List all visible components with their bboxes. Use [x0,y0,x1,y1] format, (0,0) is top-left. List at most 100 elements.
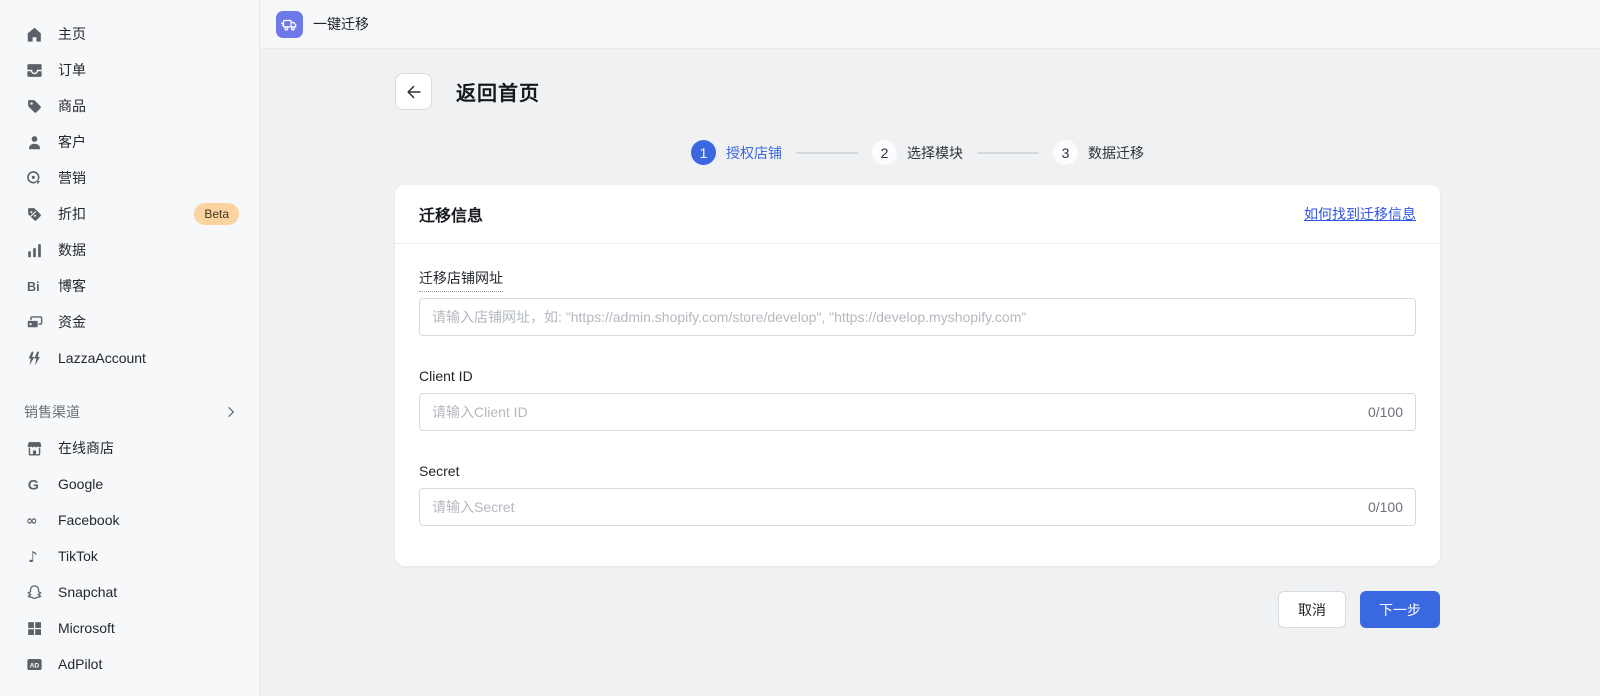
sidebar-item-label: 客户 [58,132,239,152]
sidebar-item-online-store[interactable]: 在线商店 [0,430,259,466]
app-title: 一键迁移 [313,14,369,34]
sidebar-item-google[interactable]: G Google [0,466,259,502]
sidebar-item-snapchat[interactable]: Snapchat [0,574,259,610]
marketing-icon [24,168,44,188]
google-icon: G [24,474,44,494]
card-title: 迁移信息 [419,202,483,226]
tiktok-icon: ♪ [24,546,44,566]
secret-input[interactable] [432,499,1358,515]
sidebar-item-label: LazzaAccount [58,350,239,366]
products-icon [24,96,44,116]
client-id-input[interactable] [432,404,1358,420]
lazza-account-icon [24,348,44,368]
sidebar-item-analytics[interactable]: 数据 [0,232,259,268]
sidebar-item-tiktok[interactable]: ♪ TikTok [0,538,259,574]
arrow-left-icon [404,82,424,102]
svg-text:Bi: Bi [26,279,39,293]
orders-icon [24,60,44,80]
analytics-icon [24,240,44,260]
help-link[interactable]: 如何找到迁移信息 [1304,204,1416,224]
step-number: 1 [691,140,716,165]
sidebar-section-sales-channels[interactable]: 销售渠道 [0,394,259,430]
sidebar-item-label: 主页 [58,24,239,44]
svg-text:♪: ♪ [28,548,38,566]
client-id-field: Client ID 0/100 [419,360,1416,431]
svg-text:G: G [27,477,38,493]
svg-text:∞: ∞ [26,513,37,528]
step-authorize-store[interactable]: 1 授权店铺 [691,140,782,165]
step-connector [977,152,1039,154]
sidebar-item-orders[interactable]: 订单 [0,52,259,88]
sidebar-item-facebook[interactable]: ∞ Facebook [0,502,259,538]
online-store-icon [24,438,44,458]
client-id-input-wrap: 0/100 [419,393,1416,431]
step-data-migration[interactable]: 3 数据迁移 [1053,140,1144,165]
sidebar-item-label: Microsoft [58,620,239,636]
microsoft-icon [24,618,44,638]
sidebar-item-label: 商品 [58,96,239,116]
sidebar-item-customers[interactable]: 客户 [0,124,259,160]
page-title: 返回首页 [456,77,540,106]
truck-icon [276,11,303,38]
sidebar-item-label: Facebook [58,512,239,528]
sidebar-item-label: Google [58,476,239,492]
snapchat-icon [24,582,44,602]
home-icon [24,24,44,44]
store-url-label: 迁移店铺网址 [419,268,503,292]
discount-icon [24,204,44,224]
customers-icon [24,132,44,152]
next-step-button[interactable]: 下一步 [1360,591,1440,628]
sidebar-item-marketing[interactable]: 营销 [0,160,259,196]
sidebar-item-label: Snapchat [58,584,239,600]
finance-icon [24,312,44,332]
sidebar-item-finance[interactable]: 资金 [0,304,259,340]
sidebar-item-discount[interactable]: 折扣 Beta [0,196,259,232]
sidebar: 主页 订单 商品 客户 营销 折扣 Beta 数据 [0,0,260,696]
sidebar-item-products[interactable]: 商品 [0,88,259,124]
back-button[interactable] [395,73,432,110]
sidebar-item-label: 博客 [58,276,239,296]
facebook-meta-icon: ∞ [24,510,44,530]
sidebar-item-home[interactable]: 主页 [0,16,259,52]
store-url-input-wrap [419,298,1416,336]
sidebar-item-label: 营销 [58,168,239,188]
adpilot-icon: AD [24,654,44,674]
store-url-field: 迁移店铺网址 [419,260,1416,336]
client-id-label: Client ID [419,368,473,384]
beta-badge: Beta [194,203,239,225]
step-connector [796,152,858,154]
cancel-button[interactable]: 取消 [1278,591,1346,628]
svg-text:AD: AD [29,662,39,669]
footer-actions: 取消 下一步 [395,591,1440,628]
sidebar-item-microsoft[interactable]: Microsoft [0,610,259,646]
step-label: 授权店铺 [726,143,782,163]
blog-icon: Bi [24,276,44,296]
section-label: 销售渠道 [24,402,223,422]
store-url-input[interactable] [432,309,1403,325]
sidebar-item-label: AdPilot [58,656,239,672]
chevron-right-icon [223,404,239,420]
step-label: 选择模块 [907,143,963,163]
app-topbar: 一键迁移 [260,0,1600,49]
back-row: 返回首页 [395,73,1440,110]
sidebar-item-label: 资金 [58,312,239,332]
card-header: 迁移信息 如何找到迁移信息 [395,185,1440,244]
step-select-modules[interactable]: 2 选择模块 [872,140,963,165]
sidebar-item-label: 数据 [58,240,239,260]
sidebar-item-label: 折扣 [58,204,180,224]
step-number: 3 [1053,140,1078,165]
sidebar-item-blog[interactable]: Bi 博客 [0,268,259,304]
client-id-counter: 0/100 [1368,404,1403,420]
sidebar-item-label: 在线商店 [58,438,239,458]
sidebar-item-adpilot[interactable]: AD AdPilot [0,646,259,682]
migration-stepper: 1 授权店铺 2 选择模块 3 数据迁移 [395,140,1440,165]
secret-label: Secret [419,463,459,479]
step-label: 数据迁移 [1088,143,1144,163]
secret-counter: 0/100 [1368,499,1403,515]
main-content: 返回首页 1 授权店铺 2 选择模块 3 数据迁移 [260,49,1600,696]
sidebar-item-lazza-account[interactable]: LazzaAccount [0,340,259,376]
right-pane: 一键迁移 返回首页 1 授权店铺 2 选择模块 [260,0,1600,696]
migration-info-card: 迁移信息 如何找到迁移信息 迁移店铺网址 Client ID [395,185,1440,566]
step-number: 2 [872,140,897,165]
secret-field: Secret 0/100 [419,455,1416,526]
